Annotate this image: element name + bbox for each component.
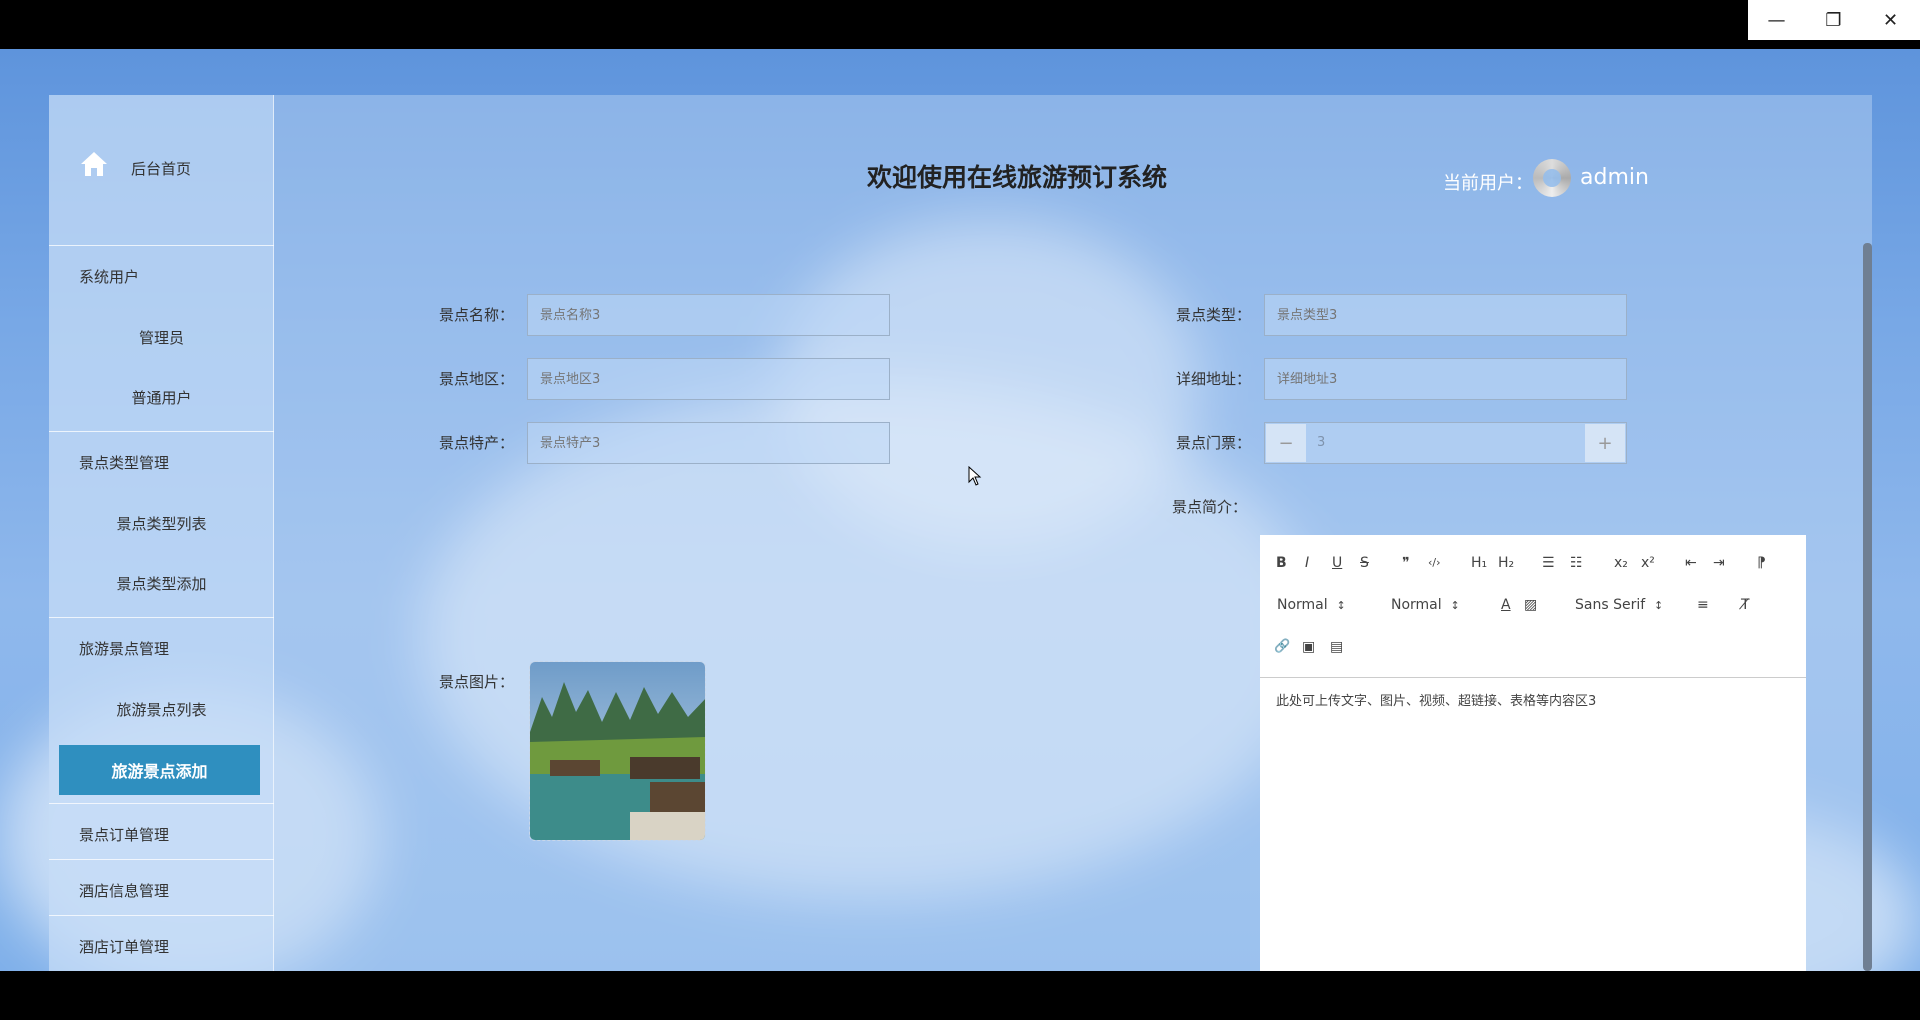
spot-type-label: 景点类型： (1176, 306, 1252, 324)
sidebar-group-title[interactable]: 景点订单管理 (79, 824, 169, 845)
sidebar-group-title[interactable]: 旅游景点管理 (79, 638, 169, 659)
text-color-icon[interactable]: A (1501, 597, 1511, 613)
bullet-list-icon[interactable]: ☷ (1570, 555, 1583, 571)
header-select[interactable]: Normal (1391, 597, 1459, 613)
rich-text-editor: B I U S ❞ ‹/› H₁ H₂ ☰ ☷ x₂ x² ⇤ ⇥ ⁋ Norm… (1260, 535, 1806, 971)
video-icon[interactable]: ▤ (1330, 639, 1343, 655)
sidebar-item-spot-list[interactable]: 旅游景点列表 (49, 699, 274, 720)
sidebar-group-spot-types: 景点类型管理 景点类型列表 景点类型添加 (49, 431, 274, 617)
sidebar-home-label: 后台首页 (131, 160, 192, 178)
intro-label: 景点简介： (1172, 498, 1248, 516)
sidebar-group-spot-orders: 景点订单管理 (49, 803, 274, 859)
ticket-stepper: − 3 + (1264, 422, 1627, 464)
username[interactable]: admin (1580, 165, 1649, 190)
window-controls: — ❐ ✕ (1748, 0, 1920, 40)
current-user-label: 当前用户： (1443, 173, 1533, 194)
sidebar: 后台首页 系统用户 管理员 普通用户 景点类型管理 景点类型列表 景点类型添加 … (49, 95, 274, 971)
sidebar-group-title[interactable]: 景点类型管理 (79, 452, 169, 473)
page-scrollbar[interactable] (1863, 243, 1872, 971)
ticket-label: 景点门票： (1176, 434, 1252, 452)
editor-content[interactable]: 此处可上传文字、图片、视频、超链接、表格等内容区3 (1276, 690, 1596, 709)
superscript-button[interactable]: x² (1641, 555, 1655, 571)
sidebar-group-spots: 旅游景点管理 旅游景点列表 旅游景点添加 (49, 617, 274, 803)
sidebar-group-system-users: 系统用户 管理员 普通用户 (49, 245, 274, 431)
spot-image-upload[interactable] (529, 661, 706, 841)
sidebar-item-admin[interactable]: 管理员 (49, 327, 274, 348)
app-viewport: 后台首页 系统用户 管理员 普通用户 景点类型管理 景点类型列表 景点类型添加 … (0, 49, 1920, 971)
address-input[interactable] (1264, 358, 1627, 400)
spot-region-input[interactable] (527, 358, 890, 400)
align-icon[interactable]: ≡ (1697, 597, 1709, 613)
spot-name-label: 景点名称： (439, 306, 515, 324)
restore-button[interactable]: ❐ (1805, 0, 1862, 40)
code-icon[interactable]: ‹/› (1428, 556, 1441, 569)
home-icon (81, 152, 107, 176)
h1-button[interactable]: H₁ (1471, 555, 1487, 571)
quote-icon[interactable]: ❞ (1402, 555, 1410, 571)
bottom-bar (0, 971, 1920, 1020)
strike-button[interactable]: S (1360, 555, 1369, 571)
bold-button[interactable]: B (1276, 555, 1287, 571)
page-title: 欢迎使用在线旅游预订系统 (867, 163, 1168, 192)
image-icon[interactable]: ▣ (1302, 639, 1315, 655)
sidebar-item-spot-type-list[interactable]: 景点类型列表 (49, 513, 274, 534)
minimize-button[interactable]: — (1748, 0, 1805, 40)
decrement-button[interactable]: − (1266, 424, 1306, 462)
sidebar-home[interactable]: 后台首页 (49, 95, 274, 245)
background-color-icon[interactable]: ▨ (1524, 597, 1537, 613)
link-icon[interactable]: 🔗 (1274, 639, 1290, 654)
outdent-icon[interactable]: ⇤ (1685, 555, 1697, 571)
image-label: 景点图片： (439, 673, 515, 691)
close-button[interactable]: ✕ (1862, 0, 1919, 40)
sidebar-group-title[interactable]: 酒店信息管理 (79, 880, 169, 901)
specialty-input[interactable] (527, 422, 890, 464)
address-label: 详细地址： (1176, 370, 1252, 388)
sidebar-group-hotels: 酒店信息管理 (49, 859, 274, 915)
italic-button[interactable]: I (1305, 555, 1309, 571)
increment-button[interactable]: + (1585, 424, 1625, 462)
clear-format-icon[interactable]: T̸ (1741, 597, 1750, 613)
h2-button[interactable]: H₂ (1498, 555, 1514, 571)
ordered-list-icon[interactable]: ☰ (1542, 555, 1555, 571)
underline-button[interactable]: U (1332, 555, 1342, 571)
sidebar-group-title[interactable]: 酒店订单管理 (79, 936, 169, 957)
spot-region-label: 景点地区： (439, 370, 515, 388)
rtl-icon[interactable]: ⁋ (1757, 555, 1766, 571)
indent-icon[interactable]: ⇥ (1713, 555, 1725, 571)
avatar[interactable] (1533, 159, 1571, 197)
ticket-value[interactable]: 3 (1317, 423, 1325, 463)
sidebar-item-spot-add[interactable]: 旅游景点添加 (59, 745, 260, 795)
sidebar-item-spot-type-add[interactable]: 景点类型添加 (49, 573, 274, 594)
mouse-cursor-icon (968, 466, 982, 486)
sidebar-group-title[interactable]: 系统用户 (79, 266, 139, 287)
size-select[interactable]: Normal (1277, 597, 1345, 613)
landscape-image (530, 662, 705, 840)
font-select[interactable]: Sans Serif (1575, 597, 1663, 613)
specialty-label: 景点特产： (439, 434, 515, 452)
window-titlebar: — ❐ ✕ (0, 0, 1920, 49)
subscript-button[interactable]: x₂ (1614, 555, 1628, 571)
spot-type-input[interactable] (1264, 294, 1627, 336)
sidebar-item-users[interactable]: 普通用户 (49, 387, 274, 408)
spot-name-input[interactable] (527, 294, 890, 336)
sidebar-group-hotel-orders: 酒店订单管理 (49, 915, 274, 971)
editor-toolbar: B I U S ❞ ‹/› H₁ H₂ ☰ ☷ x₂ x² ⇤ ⇥ ⁋ Norm… (1260, 535, 1806, 678)
